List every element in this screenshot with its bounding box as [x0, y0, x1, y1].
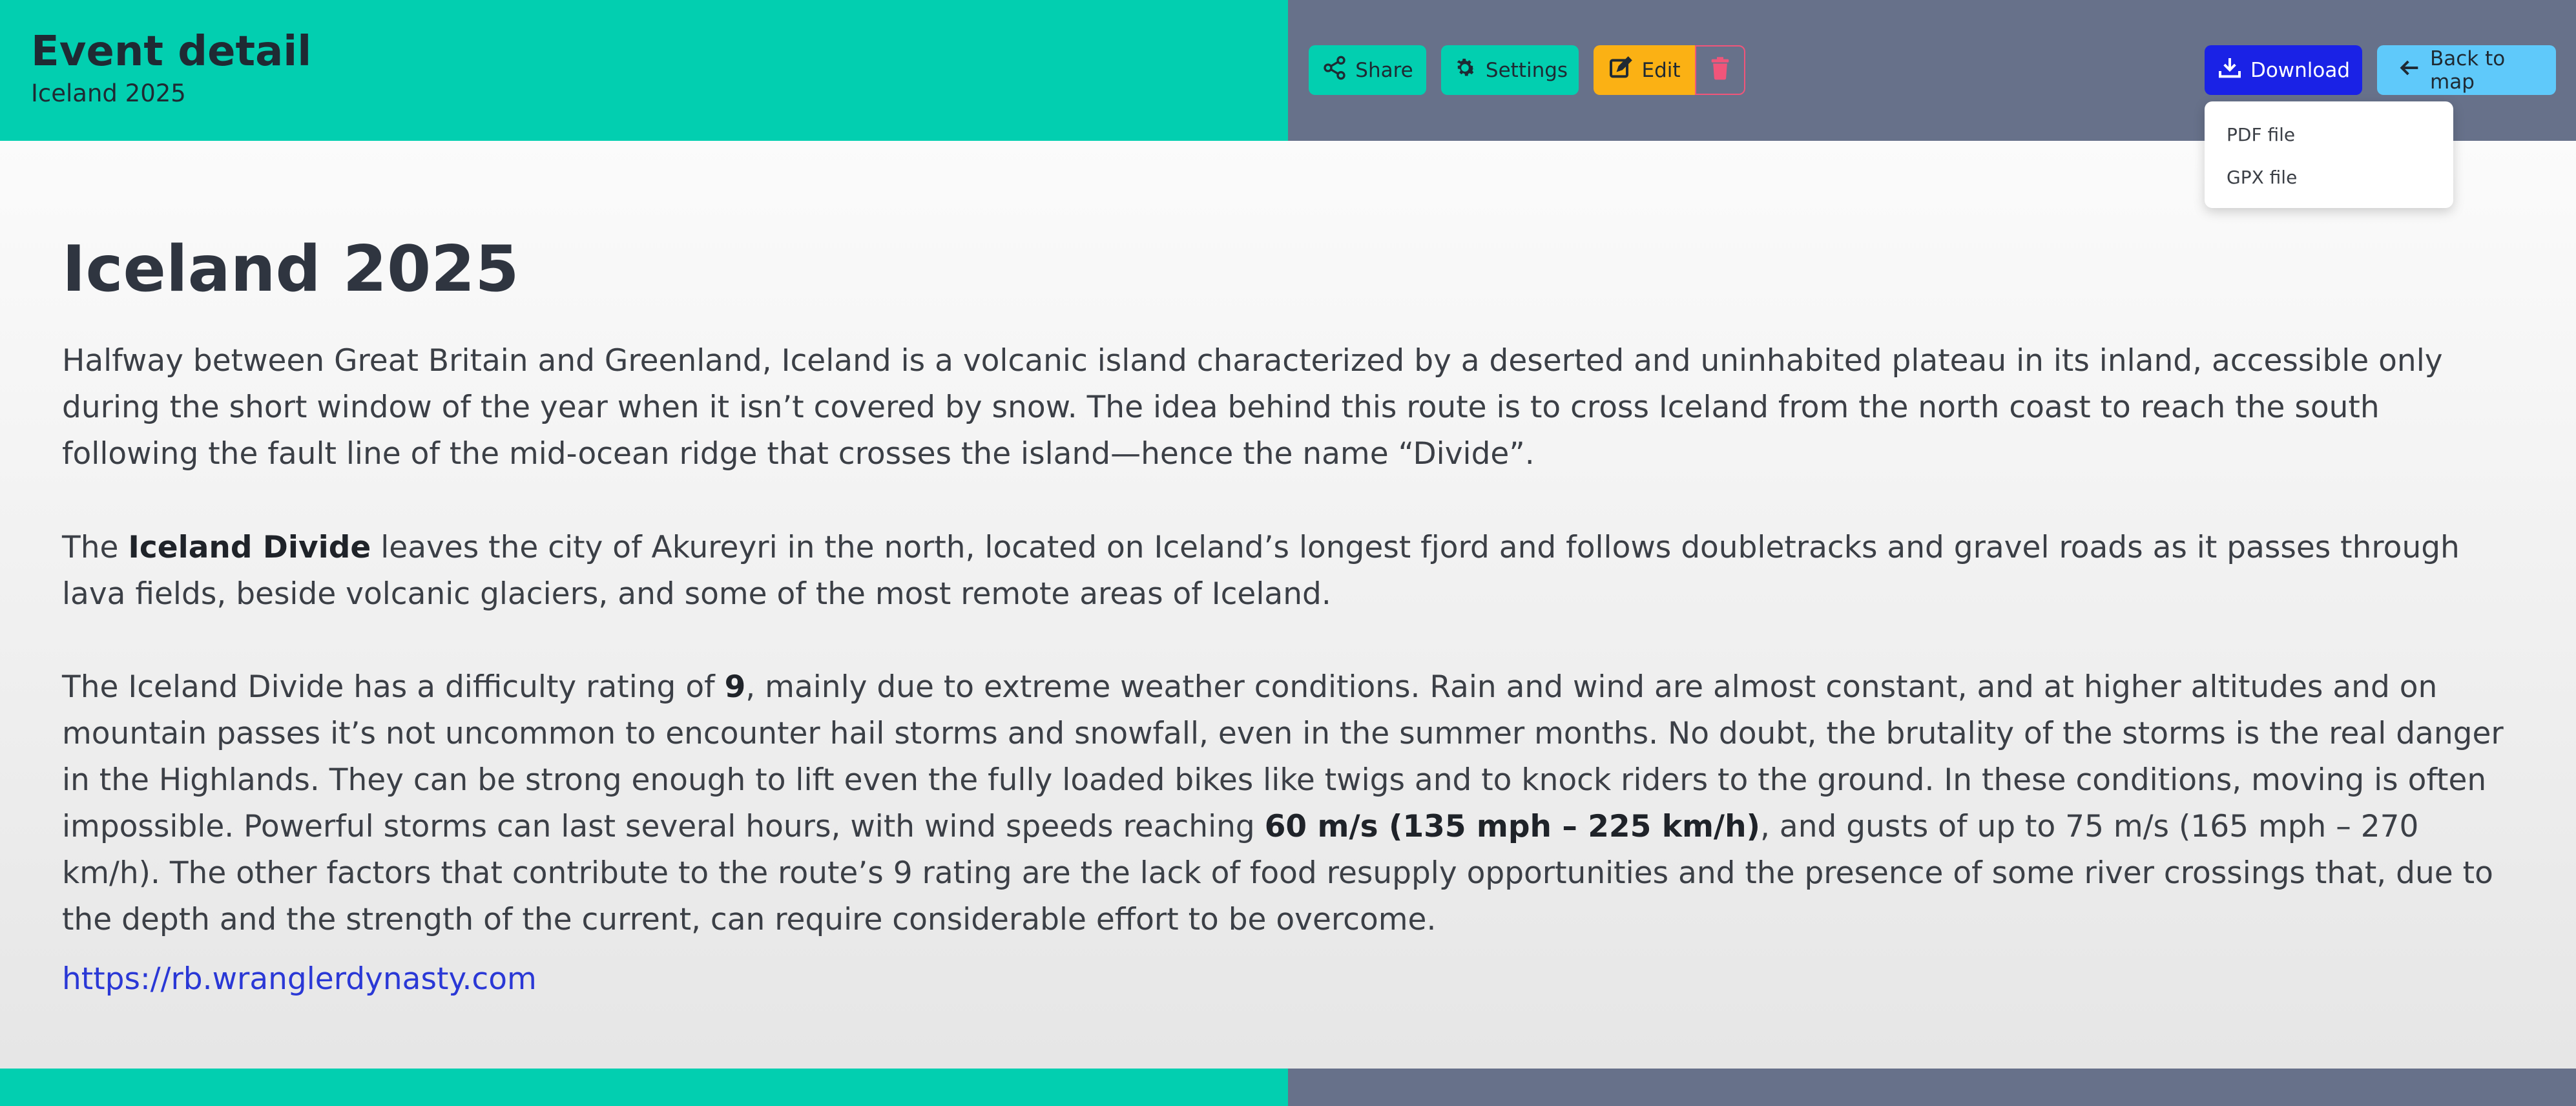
- edit-icon: [1608, 55, 1634, 86]
- edit-label: Edit: [1641, 58, 1681, 82]
- article-paragraph: The Iceland Divide leaves the city of Ak…: [62, 525, 2517, 618]
- text-segment: leaves the city of Akureyri in the north…: [62, 530, 2460, 612]
- download-label: Download: [2250, 58, 2351, 82]
- text-segment: The Iceland Divide has a difficulty rati…: [62, 669, 725, 705]
- share-label: Share: [1355, 58, 1413, 82]
- share-icon: [1322, 55, 1347, 86]
- download-button[interactable]: Download: [2205, 45, 2362, 95]
- dropdown-item-pdf[interactable]: PDF file: [2227, 124, 2295, 145]
- download-dropdown: PDF file GPX file: [2205, 101, 2453, 208]
- edit-button[interactable]: Edit: [1594, 45, 1695, 95]
- back-to-map-button[interactable]: Back to map: [2377, 45, 2556, 95]
- article-title: Iceland 2025: [62, 233, 519, 306]
- settings-label: Settings: [1485, 58, 1568, 82]
- route-name: Iceland Divide: [128, 530, 371, 565]
- delete-button[interactable]: [1695, 45, 1745, 95]
- main-content: Iceland 2025 Halfway between Great Brita…: [0, 141, 2576, 1069]
- settings-button[interactable]: Settings: [1441, 45, 1579, 95]
- footer-bar-left: [0, 1069, 1288, 1106]
- arrow-left-icon: [2396, 55, 2422, 86]
- wind-speed: 60 m/s (135 mph – 225 km/h): [1264, 809, 1761, 844]
- back-to-map-label: Back to map: [2430, 47, 2506, 94]
- page-subtitle: Iceland 2025: [31, 79, 186, 107]
- top-bar: Event detail Iceland 2025 Share Settings…: [0, 0, 2576, 141]
- footer-bar-right: [1288, 1069, 2576, 1106]
- article-paragraph: Halfway between Great Britain and Greenl…: [62, 343, 2443, 472]
- external-link[interactable]: https://rb.wranglerdynasty.com: [62, 961, 537, 997]
- article-paragraph: The Iceland Divide has a difficulty rati…: [62, 664, 2517, 943]
- text-segment: The: [62, 530, 129, 565]
- dropdown-item-gpx[interactable]: GPX file: [2227, 167, 2297, 188]
- page-title: Event detail: [31, 28, 312, 76]
- gear-icon: [1452, 55, 1478, 86]
- download-icon: [2217, 55, 2243, 86]
- trash-icon: [1707, 55, 1733, 86]
- share-button[interactable]: Share: [1309, 45, 1426, 95]
- difficulty-rating: 9: [724, 669, 746, 705]
